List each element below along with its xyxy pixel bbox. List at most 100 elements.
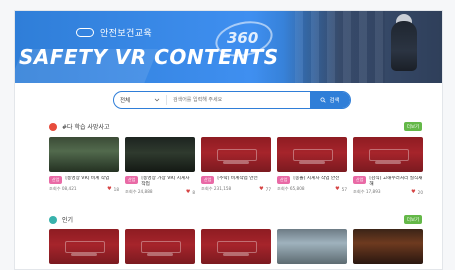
card-thumbnail <box>201 137 271 172</box>
category-badge: 산업 <box>277 176 291 184</box>
search-button-label: 검색 <box>329 98 340 104</box>
card-meta: 산업 [추락] 비계작업 안전 <box>201 176 271 184</box>
search-input[interactable] <box>167 93 310 107</box>
view-count: 조회수 65,808 <box>277 186 305 191</box>
safety-vr-logo-icon <box>293 149 333 161</box>
content-card[interactable] <box>49 229 119 264</box>
heart-icon: ♥ <box>335 185 340 192</box>
brand-name: 안전보건교육 <box>100 29 153 39</box>
card-thumbnail <box>353 137 423 172</box>
page: 360 안전보건교육 SAFETY VR CONTENTS 전체 검색어를 입력… <box>14 10 443 270</box>
card-title: [감식] 고해수러처리 질식재해 <box>369 176 423 187</box>
card-title: [동영상 가상 VR] 지게차 작업 <box>141 176 190 187</box>
like-value: 57 <box>341 186 347 192</box>
worker-figure <box>391 21 417 71</box>
vr-goggles-icon <box>76 28 94 37</box>
more-button[interactable]: 더보기 <box>404 122 422 131</box>
like-value: 8 <box>192 189 195 195</box>
like-count: ♥ 77 <box>259 185 271 192</box>
safety-vr-logo-bar <box>375 161 401 164</box>
more-button[interactable]: 더보기 <box>404 215 422 224</box>
safety-vr-logo-icon <box>217 149 257 161</box>
card-meta: 산업 [충돌] 지게차 작업 안전 <box>277 176 347 184</box>
section-title: #다 학습 사망사고 <box>62 124 110 131</box>
like-count: ♥ 18 <box>107 185 119 192</box>
view-count: 조회수 08,421 <box>49 186 77 191</box>
card-thumbnail <box>49 229 119 264</box>
card-title: [추락] 비계작업 안전 <box>217 176 258 181</box>
safety-vr-logo-icon <box>369 149 409 161</box>
card-thumbnail <box>353 229 423 264</box>
content-card[interactable]: 산업 [동영상 VR] 비계 작업 조회수 08,421 ♥ 18 <box>49 137 119 195</box>
card-stats: 조회수 24,888 ♥ 8 <box>125 189 195 195</box>
like-count: ♥ 57 <box>335 185 347 192</box>
category-select-value: 전체 <box>120 98 131 104</box>
card-thumbnail <box>277 137 347 172</box>
hero-title: SAFETY VR CONTENTS <box>19 45 279 69</box>
hero-banner: 360 안전보건교육 SAFETY VR CONTENTS <box>15 11 442 83</box>
like-value: 77 <box>265 186 271 192</box>
card-stats: 조회수 65,808 ♥ 57 <box>277 186 347 192</box>
like-count: ♥ 20 <box>411 188 423 195</box>
card-stats: 조회수 17,893 ♥ 20 <box>353 189 423 195</box>
heart-icon <box>49 215 57 224</box>
like-value: 18 <box>113 186 119 192</box>
content-card[interactable]: 산업 [충돌] 지게차 작업 안전 조회수 65,808 ♥ 57 <box>277 137 347 195</box>
heart-icon: ♥ <box>185 188 191 195</box>
content-card[interactable]: 산업 [추락] 비계작업 안전 조회수 231,158 ♥ 77 <box>201 137 271 195</box>
content-card[interactable] <box>125 229 195 264</box>
safety-vr-logo-bar <box>299 161 325 164</box>
safety-vr-logo-icon <box>217 241 257 253</box>
card-stats: 조회수 231,158 ♥ 77 <box>201 186 271 192</box>
card-title: [동영상 VR] 비계 작업 <box>65 176 110 181</box>
view-count: 조회수 231,158 <box>201 186 232 191</box>
heart-icon: ♥ <box>259 185 264 192</box>
section-title: 인기 <box>62 217 74 224</box>
like-value: 20 <box>417 189 423 195</box>
content-card[interactable] <box>277 229 347 264</box>
section-header: 인기 <box>49 215 73 224</box>
card-thumbnail <box>201 229 271 264</box>
safety-vr-logo-bar <box>223 253 249 256</box>
view-count: 조회수 17,893 <box>353 189 381 194</box>
hero-beams <box>295 11 385 83</box>
card-thumbnail <box>277 229 347 264</box>
card-meta: 산업 [동영상 VR] 비계 작업 <box>49 176 119 184</box>
safety-vr-logo-icon <box>141 241 181 253</box>
section-header: #다 학습 사망사고 <box>49 122 109 131</box>
heart-icon: ♥ <box>411 188 416 195</box>
card-thumbnail <box>49 137 119 172</box>
card-meta: 산업 [동영상 가상 VR] 지게차 작업 <box>125 176 195 187</box>
search-bar: 전체 검색 <box>113 91 351 109</box>
card-thumbnail <box>125 229 195 264</box>
category-select[interactable]: 전체 <box>114 92 166 108</box>
card-meta: 산업 [감식] 고해수러처리 질식재해 <box>353 176 423 187</box>
safety-vr-logo-bar <box>147 253 173 256</box>
category-badge: 산업 <box>125 176 139 184</box>
category-badge: 산업 <box>201 176 215 184</box>
card-list: 산업 [동영상 VR] 비계 작업 조회수 08,421 ♥ 18 산업 [동영… <box>49 137 423 195</box>
safety-vr-logo-bar <box>71 253 97 256</box>
safety-vr-logo-icon <box>65 241 105 253</box>
view-count: 조회수 24,888 <box>125 189 153 194</box>
brand: 안전보건교육 <box>76 26 152 39</box>
card-title: [충돌] 지게차 작업 안전 <box>293 176 340 181</box>
search-icon <box>320 97 326 103</box>
content-card[interactable] <box>201 229 271 264</box>
chevron-down-icon <box>154 98 160 102</box>
safety-vr-logo-bar <box>223 161 249 164</box>
card-list <box>49 229 423 264</box>
content-card[interactable] <box>353 229 423 264</box>
content-card[interactable]: 산업 [감식] 고해수러처리 질식재해 조회수 17,893 ♥ 20 <box>353 137 423 195</box>
section-1: #다 학습 사망사고 더보기 산업 [동영상 VR] 비계 작업 조회수 08,… <box>15 122 442 195</box>
search-button[interactable]: 검색 <box>310 92 350 108</box>
card-stats: 조회수 08,421 ♥ 18 <box>49 186 119 192</box>
like-count: ♥ 8 <box>185 188 195 195</box>
content-card[interactable]: 산업 [동영상 가상 VR] 지게차 작업 조회수 24,888 ♥ 8 <box>125 137 195 195</box>
card-thumbnail <box>125 137 195 172</box>
category-badge: 산업 <box>49 176 63 184</box>
fire-icon <box>49 122 57 131</box>
category-badge: 산업 <box>353 176 367 184</box>
heart-icon: ♥ <box>107 185 112 192</box>
section-2: 인기 더보기 <box>15 215 442 269</box>
